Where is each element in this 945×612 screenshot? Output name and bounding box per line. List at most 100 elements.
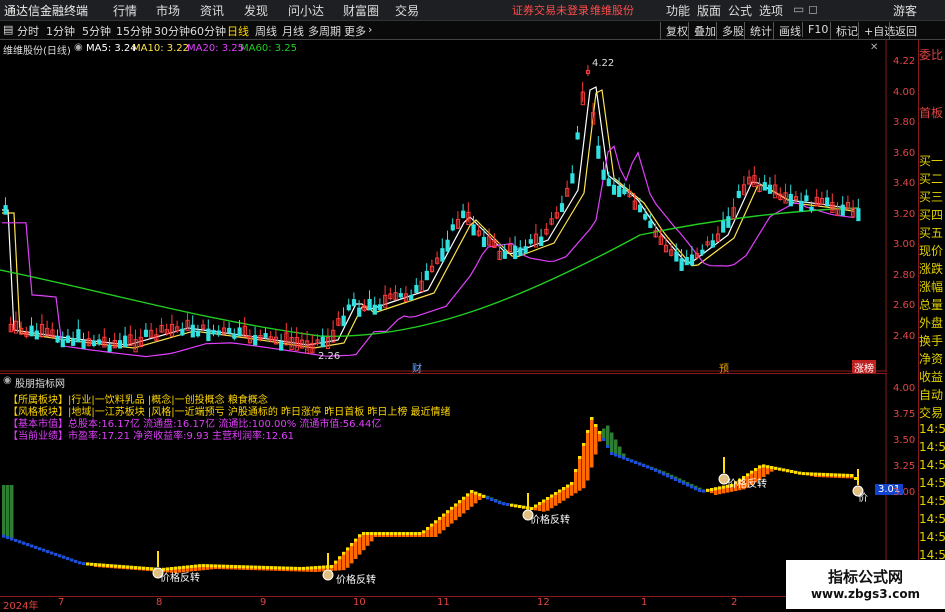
price-tick: 3.00 [893, 239, 916, 250]
menu-layout[interactable]: 版面 [697, 2, 721, 19]
menu-trade[interactable]: 交易 [395, 2, 419, 19]
indicator-mark [122, 565, 126, 569]
btn-f10[interactable]: F10 [802, 22, 833, 37]
ma60-label: MA60: 3.25 [240, 43, 298, 54]
indicator-mark [330, 565, 334, 568]
indicator-bar [434, 521, 438, 537]
candle-body [637, 204, 643, 213]
indicator-mark [626, 458, 630, 461]
indicator-panel[interactable]: ◉ 股朋指标网 【所属板块】|行业|一饮料乳品 |概念|一创投概念 粮食概念 【… [0, 373, 915, 595]
indicator-bar [606, 425, 610, 446]
indicator-tick: 3.75 [893, 409, 916, 420]
indicator-mark [394, 532, 398, 535]
indicator-mark [650, 467, 654, 470]
settings-icon[interactable]: ✕ [870, 42, 878, 53]
indicator-mark [90, 562, 94, 566]
info-label: 【基本市值】 [8, 419, 68, 430]
indicator-mark [614, 453, 618, 457]
candle-body [523, 246, 528, 254]
indicator-mark [322, 565, 326, 569]
indicator-mark [782, 468, 786, 472]
login-warning[interactable]: 证券交易未登录 [512, 2, 589, 18]
indicator-mark [558, 489, 562, 493]
x-tick: 12 [537, 597, 550, 608]
menu-discover[interactable]: 发现 [244, 2, 268, 19]
candlestick-chart[interactable] [0, 40, 887, 372]
indicator-mark [546, 497, 550, 500]
indicator-bar [446, 511, 450, 527]
indicator-mark [822, 472, 826, 476]
price-tick: 4.22 [893, 56, 916, 67]
candle-body [804, 195, 809, 202]
indicator-mark [302, 566, 306, 570]
menu-ask[interactable]: 问小达 [288, 2, 324, 19]
restore-icon[interactable]: ◻ [808, 2, 818, 16]
price-tick: 3.20 [893, 208, 916, 220]
indicator-mark [714, 487, 718, 491]
indicator-mark [150, 567, 154, 571]
indicator-mark [378, 532, 382, 535]
chevron-right-icon[interactable]: › [368, 23, 372, 36]
period-1min[interactable]: 1分钟 [46, 23, 75, 39]
period-daily[interactable]: 日线 [227, 23, 249, 39]
indicator-mark [70, 558, 74, 562]
indicator-mark [414, 532, 418, 535]
indicator-mark [666, 474, 670, 478]
indicator-bar [442, 514, 446, 531]
candlestick-panel[interactable]: 维维股份(日线) ◉ MA5: 3.24 MA10: 3.22 MA20: 3.… [0, 40, 915, 375]
guest-label[interactable]: 游客 [893, 2, 917, 19]
candle-body [721, 220, 726, 233]
indicator-mark [590, 417, 594, 420]
candle-body [351, 299, 357, 307]
indicator-mark [834, 473, 838, 477]
side-label: 买二 [919, 172, 944, 186]
indicator-bar [614, 439, 618, 455]
menu-market[interactable]: 市场 [156, 2, 180, 19]
indicator-mark [562, 487, 566, 490]
menu-formula[interactable]: 公式 [728, 2, 752, 19]
period-intraday[interactable]: 分时 [17, 23, 39, 39]
period-weekly[interactable]: 周线 [255, 23, 277, 39]
period-5min[interactable]: 5分钟 [82, 23, 111, 39]
indicator-mark [802, 472, 806, 476]
window-controls[interactable]: ▭ ◻ [793, 2, 818, 16]
signal-label: 价格反转 [336, 575, 376, 586]
minimize-icon[interactable]: ▭ [793, 2, 804, 16]
candle-body [107, 344, 112, 352]
indicator-mark [574, 469, 578, 472]
collapse-icon[interactable]: ◉ [74, 42, 83, 53]
indicator-mark [678, 479, 682, 483]
indicator-bar [362, 533, 366, 551]
indicator-mark [274, 566, 278, 570]
collapse-icon[interactable]: ◉ [3, 375, 12, 386]
period-15min[interactable]: 15分钟 [116, 23, 152, 39]
indicator-mark [622, 456, 626, 460]
menu-options[interactable]: 选项 [759, 2, 783, 19]
chart-icon: ▤ [3, 23, 14, 36]
price-tick: 2.80 [893, 269, 916, 281]
indicator-mark [246, 565, 250, 569]
indicator-mark [294, 566, 298, 570]
indicator-mark [598, 431, 602, 434]
period-more[interactable]: 更多 [344, 23, 366, 39]
period-60min[interactable]: 60分钟 [190, 23, 226, 39]
menu-news[interactable]: 资讯 [200, 2, 224, 19]
menu-function[interactable]: 功能 [666, 2, 690, 19]
indicator-mark [790, 470, 794, 473]
period-30min[interactable]: 30分钟 [154, 23, 190, 39]
indicator-mark [426, 526, 430, 530]
indicator-mark [214, 564, 218, 568]
indicator-mark [94, 563, 98, 567]
period-monthly[interactable]: 月线 [282, 23, 304, 39]
indicator-bar [438, 517, 442, 534]
period-multi[interactable]: 多周期 [308, 23, 341, 39]
side-label: 委比 [919, 48, 944, 62]
btn-back[interactable]: 返回 [889, 22, 920, 40]
price-tick: 4.00 [893, 86, 916, 98]
x-tick: 11 [437, 597, 450, 608]
indicator-tick: 3.50 [893, 435, 916, 446]
candle-body [611, 184, 617, 195]
menu-wealth[interactable]: 财富圈 [343, 2, 379, 19]
menu-quotes[interactable]: 行情 [113, 2, 137, 19]
indicator-mark [630, 459, 634, 463]
